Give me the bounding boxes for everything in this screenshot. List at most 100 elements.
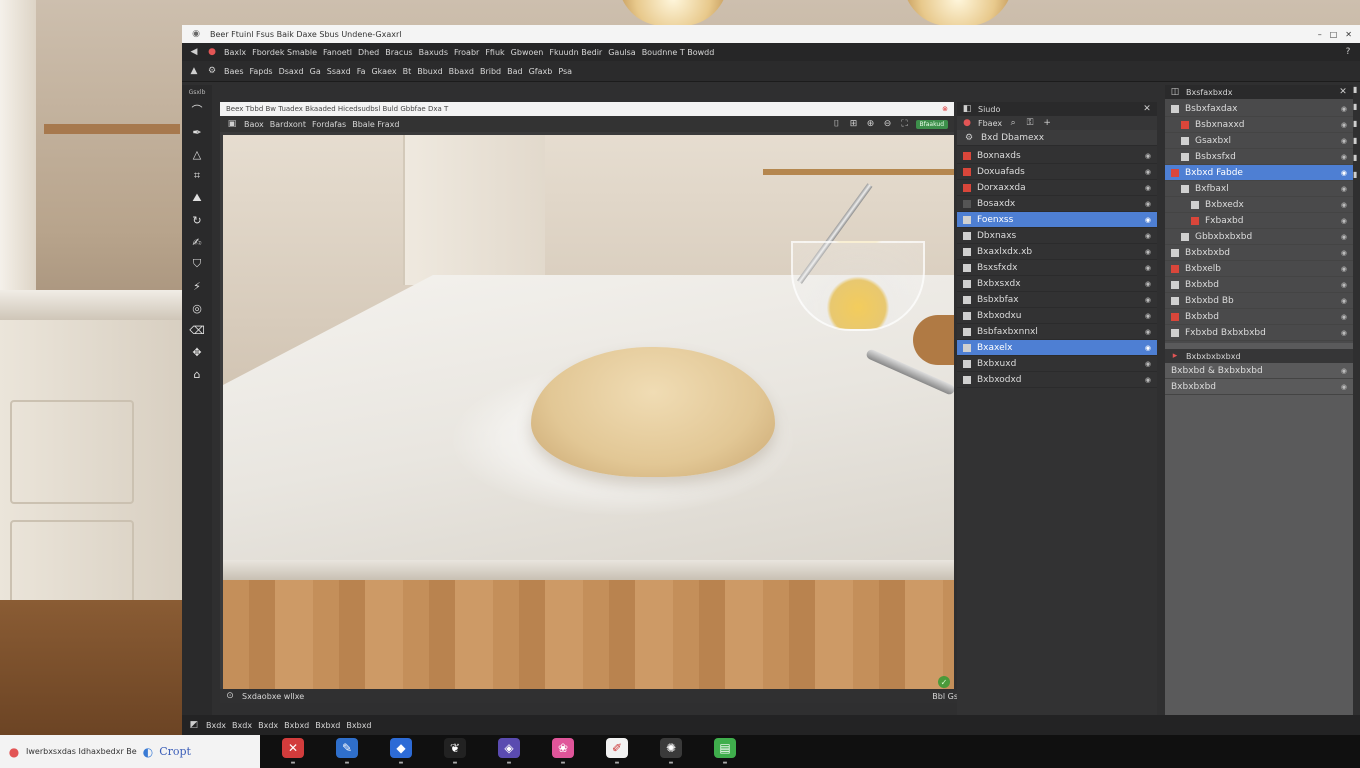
grid-icon[interactable]: ⊞ [848, 118, 860, 130]
zoom-out-icon[interactable]: ⊖ [882, 118, 894, 130]
layers-tab[interactable]: Fbaex [978, 119, 1002, 128]
pen-icon[interactable]: ✒ [189, 124, 205, 140]
minimize-button[interactable]: – [1318, 30, 1322, 39]
taskbar-app[interactable]: ◆ ▬ [390, 737, 412, 766]
eye-icon[interactable]: ◉ [1145, 344, 1151, 352]
status-item[interactable]: Bxbxd [315, 721, 340, 730]
property-row[interactable]: Bxbxedx ◉ [1165, 197, 1353, 213]
start-icon[interactable]: ● [8, 745, 20, 759]
eye-icon[interactable]: ◉ [1145, 184, 1151, 192]
toolbar-item[interactable]: Baes [224, 67, 243, 76]
edge-tool-icon[interactable]: ▮ [1353, 119, 1360, 128]
status-item[interactable]: Bxbxd [346, 721, 371, 730]
triangle-icon[interactable]: ▲ [188, 65, 200, 77]
eye-icon[interactable]: ◉ [1341, 329, 1347, 337]
eye-icon[interactable]: ◉ [1341, 169, 1347, 177]
layer-row[interactable]: Bxaxelx ◉ [957, 340, 1157, 356]
menu-item[interactable]: Froabr [454, 48, 479, 57]
toolbar-item[interactable]: Gkaex [371, 67, 396, 76]
toolbar-item[interactable]: Ga [310, 67, 321, 76]
toolbar-item[interactable]: Dsaxd [279, 67, 304, 76]
mountain-icon[interactable]: ⛰ [189, 190, 205, 206]
status-item[interactable]: Bxbxd [284, 721, 309, 730]
shield-icon[interactable]: ⛉ [189, 256, 205, 272]
layer-row[interactable]: Doxuafads ◉ [957, 164, 1157, 180]
layer-row[interactable]: Bxbxuxd ◉ [957, 356, 1157, 372]
loop-icon[interactable]: ↻ [189, 212, 205, 228]
eye-icon[interactable]: ◉ [1341, 217, 1347, 225]
menu-item[interactable]: Gaulsa [608, 48, 635, 57]
panel-close-icon[interactable]: ✕ [1141, 103, 1153, 115]
status-item[interactable]: Bxdx [258, 721, 278, 730]
property-row[interactable]: Bxbxbxbd ◉ [1165, 245, 1353, 261]
menu-item[interactable]: Fbordek Smable [252, 48, 317, 57]
zoom-badge[interactable]: Bfaakud [915, 119, 948, 129]
toolbar-item[interactable]: Bribd [480, 67, 501, 76]
eye-icon[interactable]: ◉ [1341, 185, 1347, 193]
menu-item[interactable]: Baxlx [224, 48, 246, 57]
eye-icon[interactable]: ◉ [1341, 383, 1347, 391]
toolbar-item[interactable]: Bad [507, 67, 522, 76]
triangle-tool-icon[interactable]: △ [189, 146, 205, 162]
menu-item[interactable]: Ffiuk [485, 48, 504, 57]
settings-icon[interactable]: ⚙ [206, 65, 218, 77]
eye-icon[interactable]: ◉ [1341, 281, 1347, 289]
gear-icon[interactable]: ⚙ [963, 132, 975, 144]
eye-icon[interactable]: ◉ [1341, 265, 1347, 273]
layer-row[interactable]: Dbxnaxs ◉ [957, 228, 1157, 244]
property-row[interactable]: Gsaxbxl ◉ [1165, 133, 1353, 149]
taskbar-app[interactable]: ✐ ▬ [606, 737, 628, 766]
document-path-bar[interactable]: Beex Tbbd Bw Tuadex Bkaaded Hicedsudbsl … [220, 102, 954, 116]
help-icon[interactable]: ? [1342, 46, 1354, 58]
lock-icon[interactable]: ⚿ [1024, 117, 1036, 129]
wand-icon[interactable]: ⚡ [189, 278, 205, 294]
layer-row[interactable]: Dorxaxxda ◉ [957, 180, 1157, 196]
property-row[interactable]: Bsbxsfxd ◉ [1165, 149, 1353, 165]
eye-icon[interactable]: ◉ [1145, 168, 1151, 176]
menu-item[interactable]: Fkuudn Bedir [549, 48, 602, 57]
view-icon[interactable]: ⌷ [831, 118, 843, 130]
layer-row[interactable]: Boxnaxds ◉ [957, 148, 1157, 164]
status-item[interactable]: Bxdx [206, 721, 226, 730]
eye-icon[interactable]: ◉ [1145, 200, 1151, 208]
layer-row[interactable]: Bxbxsxdx ◉ [957, 276, 1157, 292]
layer-row[interactable]: Foenxss ◉ [957, 212, 1157, 228]
menu-item[interactable]: Fanoetl [323, 48, 352, 57]
menu-item[interactable]: Baxuds [419, 48, 448, 57]
eye-icon[interactable]: ◉ [1341, 137, 1347, 145]
fit-icon[interactable]: ⛶ [899, 118, 911, 130]
taskbar-search[interactable]: ● Iwerbxsxdas Idhaxbedxr Be ◐ Cropt [0, 735, 260, 768]
eye-icon[interactable]: ◉ [1341, 367, 1347, 375]
home-tool-icon[interactable]: ⌂ [189, 366, 205, 382]
toolbar-item[interactable]: Ssaxd [327, 67, 351, 76]
taskbar-app[interactable]: ✺ ▬ [660, 737, 682, 766]
toolbar-item[interactable]: Bt [403, 67, 412, 76]
layer-row[interactable]: Bsbxbfax ◉ [957, 292, 1157, 308]
edge-tool-icon[interactable]: ▮ [1353, 102, 1360, 111]
layer-row[interactable]: Bxbxodxu ◉ [957, 308, 1157, 324]
property-row[interactable]: Bxbxd Fabde ◉ [1165, 165, 1353, 181]
edge-tool-icon[interactable]: ▮ [1353, 170, 1360, 179]
panel-close-icon[interactable]: ✕ [1337, 86, 1349, 98]
toolbar-item[interactable]: Psa [558, 67, 572, 76]
document-tab[interactable]: Baox [244, 120, 264, 129]
maximize-button[interactable]: □ [1330, 30, 1338, 39]
property-row[interactable]: Bxfbaxl ◉ [1165, 181, 1353, 197]
property-row[interactable]: Bxbxbd ◉ [1165, 277, 1353, 293]
property-row[interactable]: Bxbxelb ◉ [1165, 261, 1353, 277]
layer-row[interactable]: Bosaxdx ◉ [957, 196, 1157, 212]
eye-icon[interactable]: ◉ [1341, 201, 1347, 209]
taskbar-app[interactable]: ✕ ▬ [282, 737, 304, 766]
layer-group-row[interactable]: ⚙ Bxd Dbamexx [957, 130, 1157, 146]
taskbar-app[interactable]: ▤ ▬ [714, 737, 736, 766]
eye-icon[interactable]: ◉ [1145, 264, 1151, 272]
toolbar-item[interactable]: Bbuxd [417, 67, 442, 76]
crop-icon[interactable]: ⌗ [189, 168, 205, 184]
close-tab-icon[interactable]: ⊗ [942, 105, 948, 113]
record-icon[interactable]: ● [206, 46, 218, 58]
image-canvas[interactable]: ✓ [223, 135, 954, 692]
property-row[interactable]: Fxbaxbd ◉ [1165, 213, 1353, 229]
layer-row[interactable]: Bxbxodxd ◉ [957, 372, 1157, 388]
eye-icon[interactable]: ◉ [1145, 312, 1151, 320]
toolbar-item[interactable]: Bbaxd [449, 67, 474, 76]
